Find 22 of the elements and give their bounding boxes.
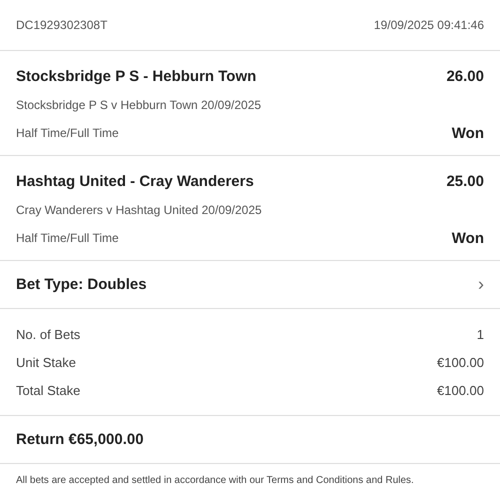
chevron-button[interactable]: › xyxy=(478,274,484,295)
selection-odds: 25.00 xyxy=(446,172,484,190)
market-name: Half Time/Full Time xyxy=(16,231,119,245)
terms-notice: All bets are accepted and settled in accordance with our Terms and Conditions and Rules. xyxy=(16,474,414,486)
selection-odds: 26.00 xyxy=(446,68,484,84)
selection-result: Won xyxy=(452,124,484,142)
bet-timestamp: 19/09/2025 09:41:46 xyxy=(374,18,484,32)
selection-title: Hashtag United - Cray Wanderers xyxy=(16,172,254,190)
selection-result: Won xyxy=(452,230,484,246)
summary-label: Total Stake xyxy=(16,382,80,398)
event-name: Stocksbridge P S v Hebburn Town 20/09/2025 xyxy=(16,98,262,112)
summary-label: Unit Stake xyxy=(16,354,76,370)
selection-title: Stocksbridge P S - Hebburn Town xyxy=(16,68,256,84)
summary-value: €100.00 xyxy=(437,354,484,370)
bet-type-label: Bet Type: Doubles xyxy=(16,276,147,293)
bet-reference: DC1929302308T xyxy=(16,18,108,32)
summary-label: No. of Bets xyxy=(16,326,80,342)
market-name: Half Time/Full Time xyxy=(16,126,119,140)
return-amount: Return €65,000.00 xyxy=(16,431,144,448)
event-name: Cray Wanderers v Hashtag United 20/09/2025 xyxy=(16,203,262,217)
summary-value: €100.00 xyxy=(437,382,484,398)
summary-value: 1 xyxy=(476,326,484,342)
